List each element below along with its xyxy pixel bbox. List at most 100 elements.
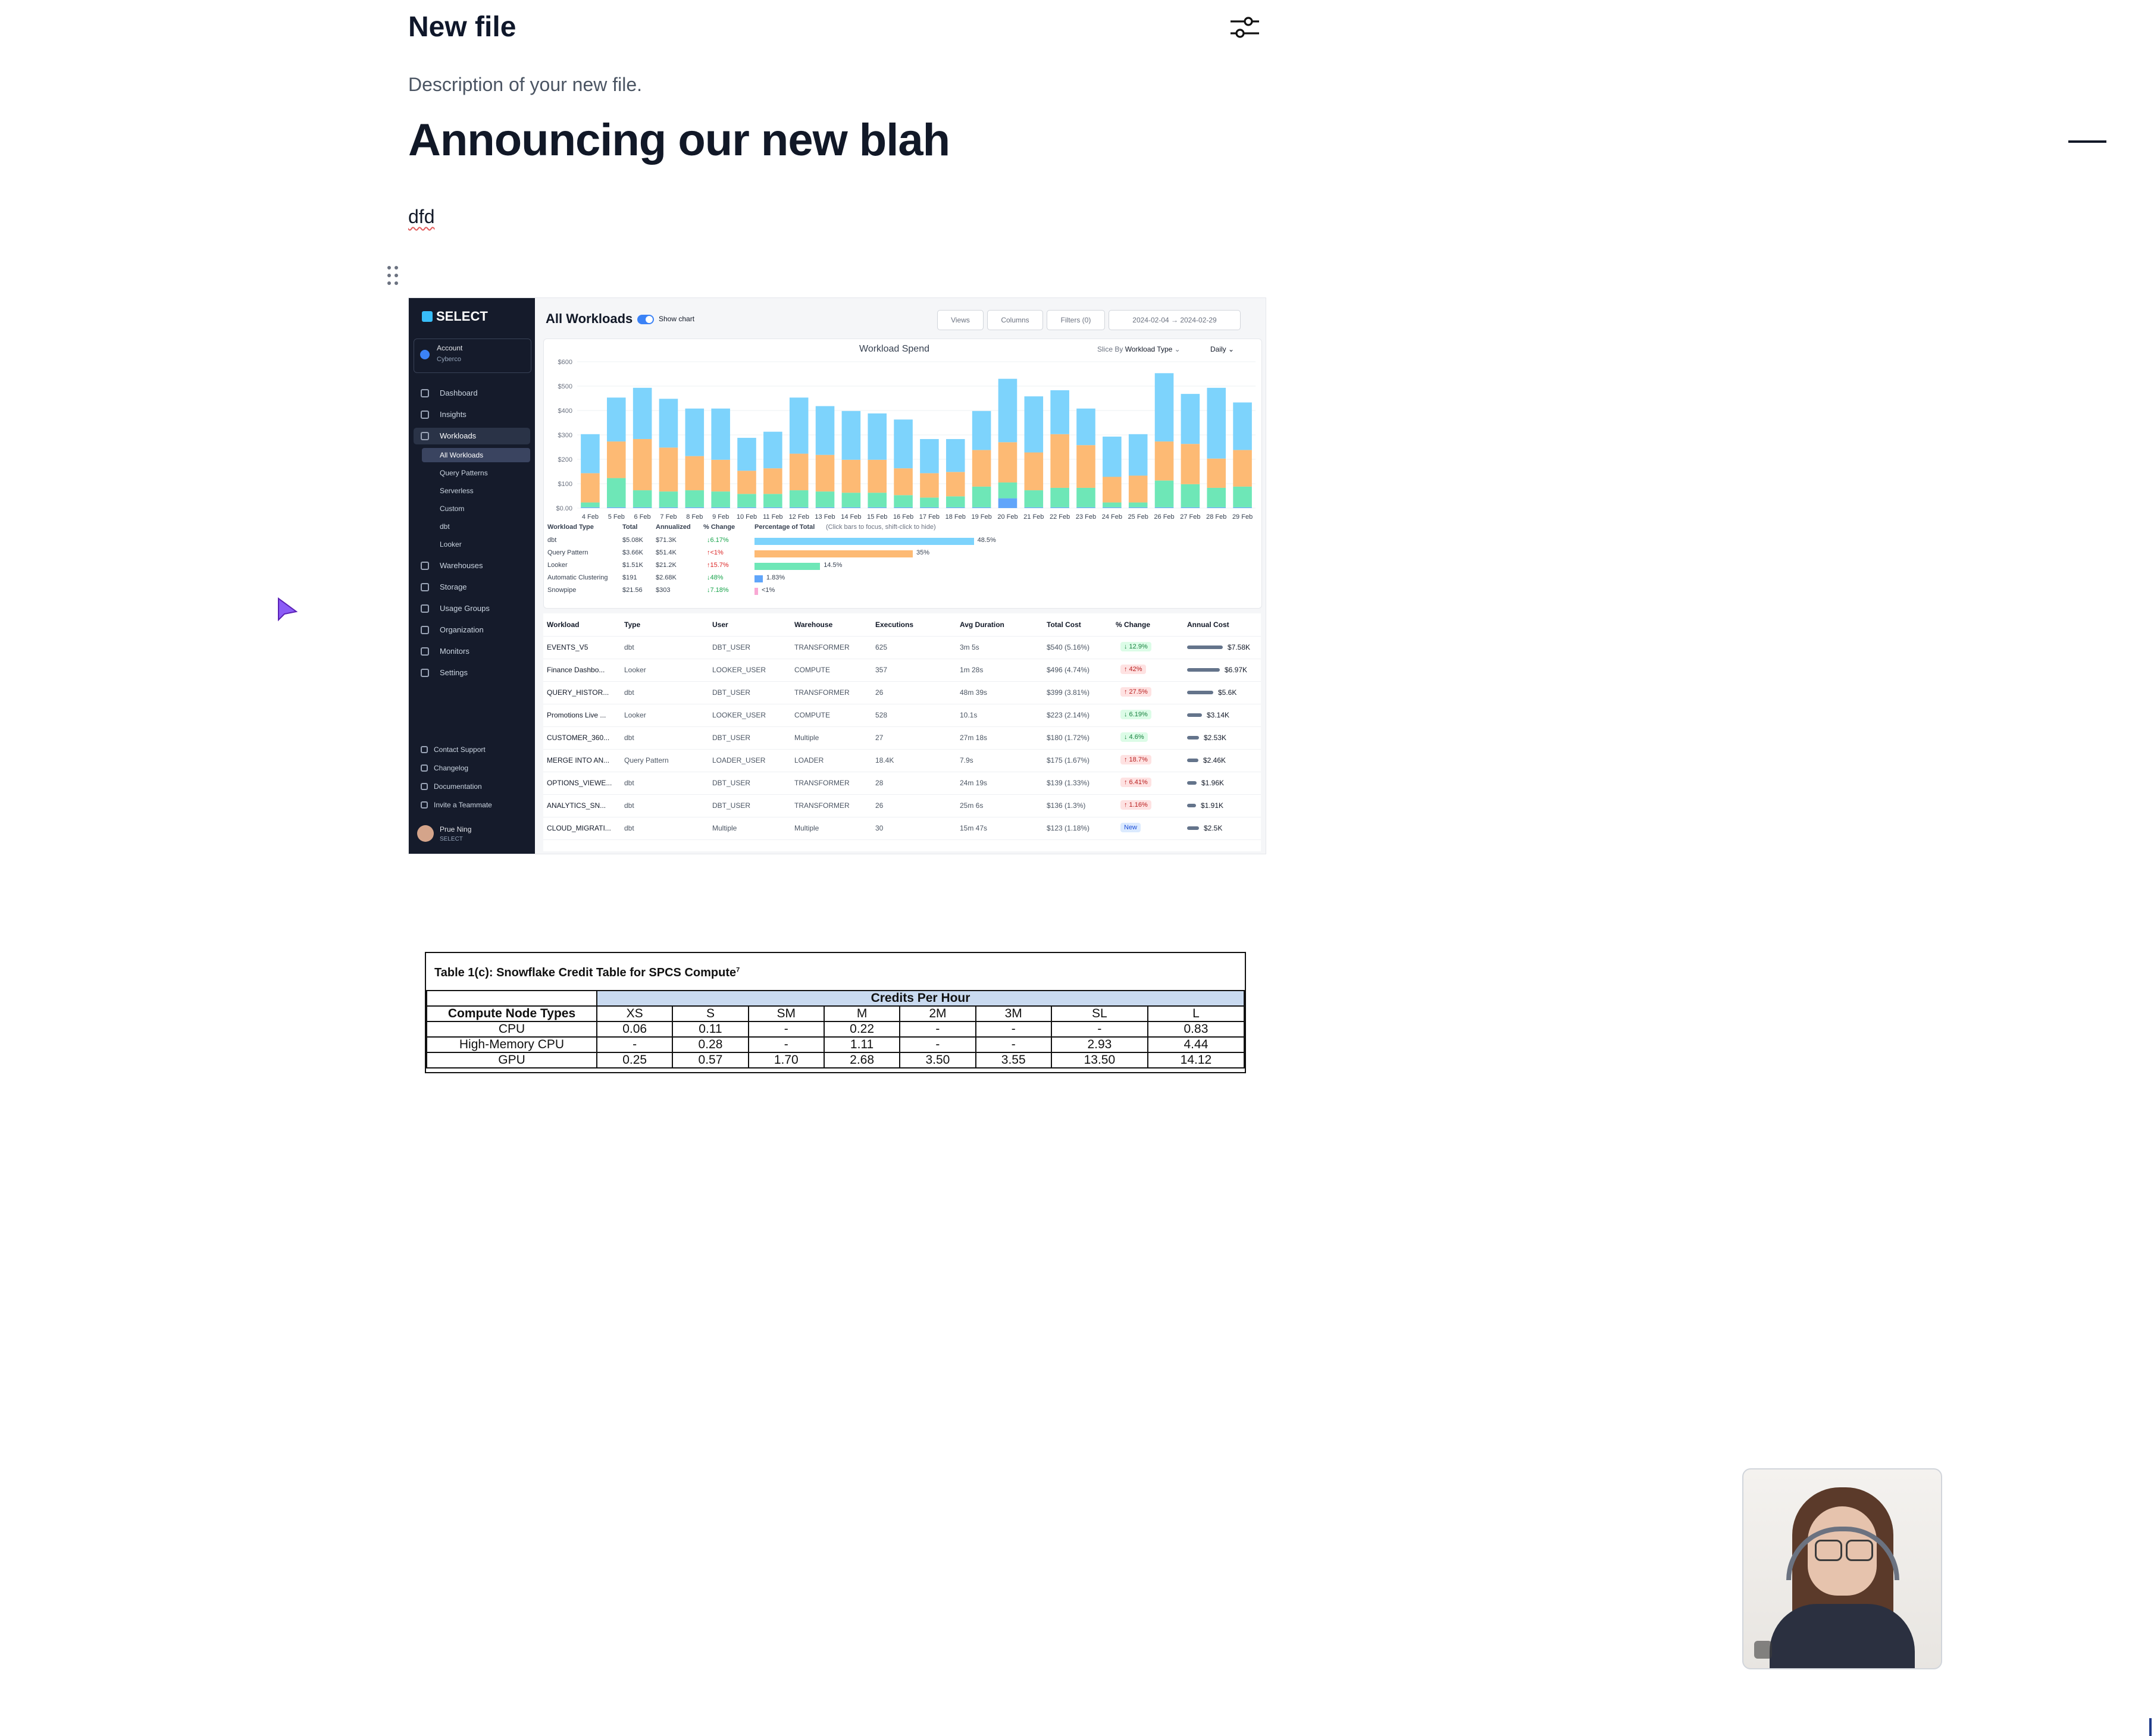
content-heading[interactable]: Announcing our new blah	[408, 114, 950, 166]
bar-segment[interactable]	[606, 478, 626, 507]
sidebar-item-warehouses[interactable]: Warehouses	[414, 557, 530, 574]
sidebar-subitem-serverless[interactable]: Serverless	[422, 484, 530, 498]
bar-segment[interactable]	[894, 507, 913, 508]
bar-segment[interactable]	[841, 459, 861, 493]
bar-segment[interactable]	[945, 507, 965, 508]
webcam-preview[interactable]	[1742, 1468, 1942, 1669]
scrollbar[interactable]	[2149, 1718, 2152, 1736]
bar-segment[interactable]	[633, 438, 652, 491]
bar-segment[interactable]	[972, 450, 991, 487]
bar-segment[interactable]	[685, 507, 705, 508]
bar-segment[interactable]	[1233, 450, 1252, 487]
table-row[interactable]: Finance Dashbo... Looker LOOKER_USER COMPUT…	[543, 659, 1261, 682]
legend-row[interactable]: Query Pattern $3.66K $51.4K ↑<1% 35%	[547, 548, 1258, 560]
bar-segment[interactable]	[581, 507, 600, 508]
bar-segment[interactable]	[1103, 507, 1122, 508]
bar-segment[interactable]	[789, 453, 809, 491]
drag-handle-icon[interactable]	[387, 265, 399, 286]
workload-name[interactable]: OPTIONS_VIEWE...	[547, 779, 612, 787]
bar-segment[interactable]	[581, 434, 600, 474]
date-range-picker[interactable]: 2024-02-04 → 2024-02-29	[1109, 310, 1241, 330]
workload-warehouse[interactable]: Multiple	[794, 734, 819, 742]
audio-waveform-icon[interactable]	[1754, 1641, 1772, 1659]
bar-segment[interactable]	[711, 459, 730, 492]
legend-row[interactable]: Snowpipe $21.56 $303 ↓7.18% <1%	[547, 585, 1258, 597]
bar-segment[interactable]	[581, 473, 600, 503]
bar-segment[interactable]	[815, 507, 835, 508]
legend-row[interactable]: Looker $1.51K $21.2K ↑15.7% 14.5%	[547, 560, 1258, 572]
bar-segment[interactable]	[659, 507, 678, 508]
bar-segment[interactable]	[1076, 507, 1095, 508]
bar-segment[interactable]	[945, 496, 965, 507]
bar-segment[interactable]	[1076, 445, 1095, 488]
bar-segment[interactable]	[1154, 480, 1174, 507]
bar-segment[interactable]	[633, 490, 652, 507]
bar-segment[interactable]	[868, 459, 887, 493]
bar-segment[interactable]	[868, 493, 887, 507]
workload-warehouse[interactable]: COMPUTE	[794, 666, 830, 674]
bar-segment[interactable]	[894, 468, 913, 496]
sidebar-item-insights[interactable]: Insights	[414, 406, 530, 423]
bar-segment[interactable]	[1050, 434, 1069, 488]
bar-segment[interactable]	[972, 486, 991, 507]
bar-segment[interactable]	[894, 495, 913, 507]
bar-segment[interactable]	[606, 507, 626, 508]
bar-segment[interactable]	[841, 411, 861, 460]
bar-segment[interactable]	[606, 441, 626, 478]
sidebar-item-usage-groups[interactable]: Usage Groups	[414, 600, 530, 617]
document-title[interactable]: New file	[408, 11, 516, 43]
workload-name[interactable]: QUERY_HISTOR...	[547, 688, 609, 697]
bar-segment[interactable]	[920, 438, 939, 474]
bar-segment[interactable]	[1050, 487, 1069, 507]
table-row[interactable]: Promotions Live ... Looker LOOKER_USER COMP…	[543, 704, 1261, 727]
bar-segment[interactable]	[945, 438, 965, 472]
bar-segment[interactable]	[920, 473, 939, 498]
granularity-select[interactable]: Daily ⌄	[1210, 345, 1234, 353]
bar-segment[interactable]	[972, 411, 991, 450]
bar-segment[interactable]	[659, 491, 678, 507]
bar-segment[interactable]	[1181, 484, 1200, 507]
bar-segment[interactable]	[1181, 394, 1200, 444]
bar-segment[interactable]	[1076, 487, 1095, 507]
bar-segment[interactable]	[998, 482, 1017, 499]
table-row[interactable]: ANALYTICS_SN... dbt DBT_USER TRANSFORMER 26 2…	[543, 794, 1261, 817]
bar-segment[interactable]	[841, 493, 861, 507]
bar-segment[interactable]	[1103, 477, 1122, 503]
bar-segment[interactable]	[1076, 408, 1095, 446]
legend-bar[interactable]	[754, 575, 763, 582]
bar-segment[interactable]	[998, 498, 1017, 508]
bar-segment[interactable]	[606, 397, 626, 442]
bar-segment[interactable]	[972, 507, 991, 508]
sidebar-item-monitors[interactable]: Monitors	[414, 643, 530, 660]
bar-segment[interactable]	[1128, 475, 1148, 503]
sidebar-item-organization[interactable]: Organization	[414, 622, 530, 638]
bar-segment[interactable]	[868, 507, 887, 508]
workload-spend-chart[interactable]: $0.00 $100 $200 $300 $400 $500 $600 4 Feb 5 Feb 6…	[544, 353, 1261, 520]
bar-segment[interactable]	[711, 408, 730, 460]
footer-item-documentation[interactable]: Documentation	[414, 779, 530, 794]
show-chart-toggle[interactable]	[637, 315, 654, 324]
workload-warehouse[interactable]: TRANSFORMER	[794, 779, 850, 787]
workload-name[interactable]: ANALYTICS_SN...	[547, 801, 606, 810]
columns-button[interactable]: Columns	[987, 310, 1043, 330]
column-header[interactable]: Total Cost	[1047, 621, 1081, 629]
filters-button[interactable]: Filters (0)	[1047, 310, 1105, 330]
bar-segment[interactable]	[763, 431, 782, 469]
column-header[interactable]: % Change	[1116, 621, 1150, 629]
legend-row[interactable]: Automatic Clustering $191 $2.68K ↓48% 1.83%	[547, 573, 1258, 585]
bar-segment[interactable]	[920, 507, 939, 508]
bar-segment[interactable]	[1154, 441, 1174, 481]
bar-segment[interactable]	[737, 437, 756, 471]
column-header[interactable]: Warehouse	[794, 621, 832, 629]
bar-segment[interactable]	[789, 490, 809, 507]
workload-warehouse[interactable]: COMPUTE	[794, 711, 830, 719]
bar-segment[interactable]	[685, 490, 705, 507]
bar-segment[interactable]	[1233, 507, 1252, 508]
workload-name[interactable]: EVENTS_V5	[547, 643, 588, 651]
bar-segment[interactable]	[1103, 436, 1122, 477]
bar-segment[interactable]	[815, 455, 835, 492]
slice-by-control[interactable]: Slice By Workload Type ⌄	[1097, 345, 1181, 353]
workload-warehouse[interactable]: Multiple	[794, 824, 819, 832]
bar-segment[interactable]	[1154, 507, 1174, 508]
sidebar-subitem-dbt[interactable]: dbt	[422, 519, 530, 534]
